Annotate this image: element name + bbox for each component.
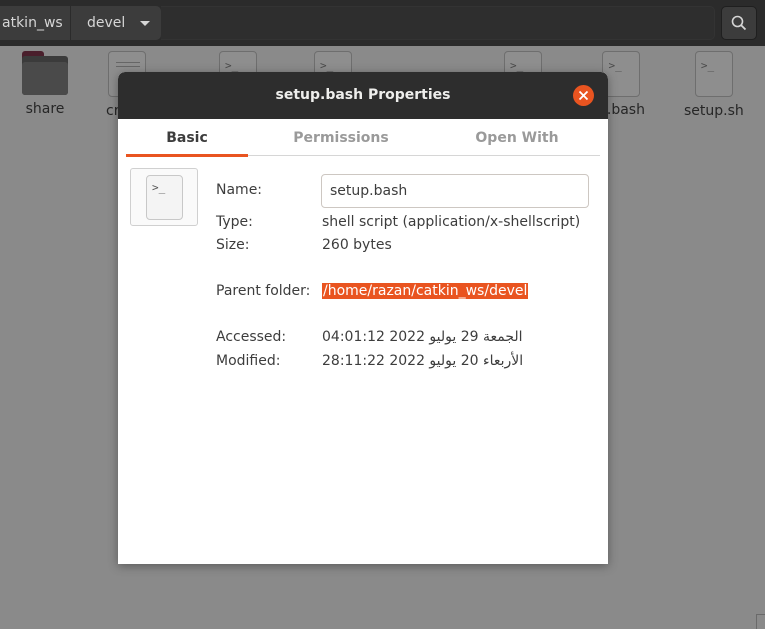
properties-dialog: setup.bash Properties Basic Permissions … [118,72,608,564]
name-label: Name: [216,182,263,198]
script-file-icon: >_ [602,51,641,97]
prompt-glyph: >_ [152,181,166,194]
path-bar: atkin_ws devel [0,6,161,40]
script-file-icon: >_ [146,175,183,220]
file-item-setup-sh[interactable]: >_ setup.sh [684,51,744,119]
modified-label: Modified: [216,353,281,369]
file-item-share[interactable]: share [22,51,68,117]
file-name: setup.sh [684,103,744,119]
parent-folder-label: Parent folder: [216,283,311,299]
name-input[interactable] [321,174,589,208]
folder-icon [22,51,68,95]
close-button[interactable] [573,85,594,106]
accessed-label: Accessed: [216,329,287,345]
search-icon [731,15,747,31]
modified-value: الأربعاء 20 يوليو 2022 28:11:22 [322,353,524,369]
size-value: 260 bytes [322,237,392,253]
dialog-titlebar[interactable]: setup.bash Properties [118,72,608,119]
close-icon [578,90,589,101]
breadcrumb-catkin-ws[interactable]: atkin_ws [0,6,70,40]
scrollbar[interactable] [756,614,765,629]
chevron-down-icon[interactable] [140,21,150,26]
tab-bar: Basic Permissions Open With [126,120,600,157]
size-label: Size: [216,237,250,253]
type-label: Type: [216,214,253,230]
accessed-value: الجمعة 29 يوليو 2022 04:01:12 [322,329,523,345]
type-value: shell script (application/x-shellscript) [322,214,581,230]
file-icon-button[interactable]: >_ [130,168,198,226]
tab-permissions[interactable]: Permissions [248,120,434,156]
script-file-icon: >_ [694,51,733,97]
location-bar-empty[interactable] [161,6,715,40]
file-name: share [25,101,65,117]
search-button[interactable] [721,6,757,40]
header-bar: atkin_ws devel [0,0,765,46]
parent-folder-link[interactable]: /home/razan/catkin_ws/devel [322,283,529,299]
dialog-title: setup.bash Properties [275,87,451,103]
tab-basic[interactable]: Basic [126,120,248,157]
tab-open-with[interactable]: Open With [434,120,600,156]
